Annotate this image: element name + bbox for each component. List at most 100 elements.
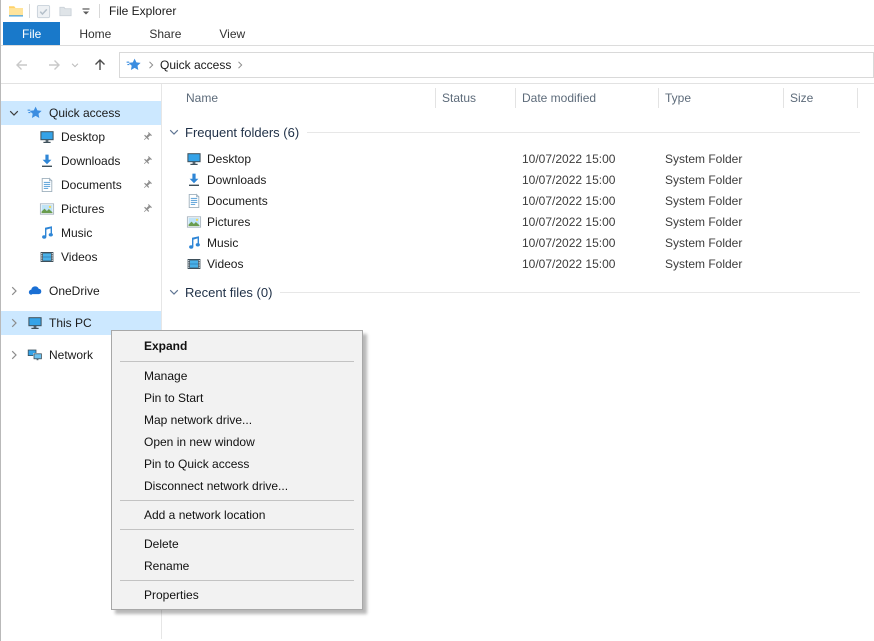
file-type: System Folder (659, 173, 784, 187)
downloads-icon (39, 153, 55, 169)
forward-icon[interactable] (41, 52, 67, 78)
column-header-type[interactable]: Type (659, 88, 784, 108)
sidebar-item-pictures[interactable]: Pictures (1, 197, 161, 221)
chevron-down-icon[interactable] (168, 286, 180, 298)
quick-access-icon (126, 57, 142, 73)
menu-item-add-network-location[interactable]: Add a network location (112, 504, 362, 526)
file-type: System Folder (659, 194, 784, 208)
sidebar-item-quick-access[interactable]: Quick access (1, 101, 161, 125)
group-header-frequent-folders[interactable]: Frequent folders (6) (162, 122, 874, 142)
videos-icon (186, 256, 202, 272)
pictures-icon (186, 214, 202, 230)
navigation-bar: Quick access (1, 46, 874, 84)
chevron-down-icon[interactable] (8, 107, 20, 119)
quick-access-star-icon (27, 105, 43, 121)
documents-icon (39, 177, 55, 193)
sidebar-item-downloads[interactable]: Downloads (1, 149, 161, 173)
onedrive-icon (27, 283, 43, 299)
pin-icon (141, 131, 153, 143)
menu-item-map-network-drive[interactable]: Map network drive... (112, 409, 362, 431)
file-row-videos[interactable]: Videos 10/07/2022 15:00 System Folder (162, 253, 874, 274)
menu-separator (120, 580, 354, 581)
chevron-right-icon[interactable] (8, 285, 20, 297)
file-type: System Folder (659, 152, 784, 166)
customize-quick-access-toolbar-icon[interactable] (78, 3, 94, 19)
sidebar-item-desktop[interactable]: Desktop (1, 125, 161, 149)
address-bar[interactable]: Quick access (119, 52, 874, 78)
toolbar-separator (29, 4, 30, 18)
properties-icon[interactable] (35, 3, 51, 19)
window-title: File Explorer (109, 4, 176, 18)
menu-item-pin-to-quick-access[interactable]: Pin to Quick access (112, 453, 362, 475)
chevron-right-icon[interactable] (8, 317, 20, 329)
file-row-desktop[interactable]: Desktop 10/07/2022 15:00 System Folder (162, 148, 874, 169)
music-icon (186, 235, 202, 251)
tab-view-label: View (219, 27, 245, 41)
file-row-documents[interactable]: Documents 10/07/2022 15:00 System Folder (162, 190, 874, 211)
file-type: System Folder (659, 257, 784, 271)
tab-share-label: Share (149, 27, 181, 41)
column-header-date-modified[interactable]: Date modified (516, 88, 659, 108)
menu-item-delete[interactable]: Delete (112, 533, 362, 555)
group-divider (307, 132, 860, 133)
pictures-icon (39, 201, 55, 217)
sidebar-item-label: Downloads (61, 154, 120, 168)
pin-icon (141, 203, 153, 215)
group-label: Recent files (0) (185, 285, 272, 300)
back-icon[interactable] (9, 52, 35, 78)
file-name: Downloads (207, 173, 266, 187)
column-header-name[interactable]: Name (162, 88, 436, 108)
breadcrumb-quick-access[interactable]: Quick access (160, 58, 231, 72)
title-bar: File Explorer (1, 0, 874, 22)
sidebar-item-label: OneDrive (49, 284, 100, 298)
file-type: System Folder (659, 215, 784, 229)
sidebar-item-label: This PC (49, 316, 92, 330)
column-header-size[interactable]: Size (784, 88, 858, 108)
file-name: Desktop (207, 152, 251, 166)
new-folder-icon[interactable] (57, 3, 73, 19)
sidebar-item-videos[interactable]: Videos (1, 245, 161, 269)
file-row-pictures[interactable]: Pictures 10/07/2022 15:00 System Folder (162, 211, 874, 232)
file-name: Documents (207, 194, 268, 208)
menu-item-expand[interactable]: Expand (112, 334, 362, 358)
menu-separator (120, 529, 354, 530)
menu-item-pin-to-start[interactable]: Pin to Start (112, 387, 362, 409)
pin-icon (141, 179, 153, 191)
chevron-right-icon[interactable] (8, 349, 20, 361)
breadcrumb-chevron-icon[interactable] (235, 60, 245, 70)
context-menu: Expand Manage Pin to Start Map network d… (111, 330, 363, 610)
desktop-icon (39, 129, 55, 145)
menu-item-open-in-new-window[interactable]: Open in new window (112, 431, 362, 453)
menu-item-manage[interactable]: Manage (112, 365, 362, 387)
file-row-downloads[interactable]: Downloads 10/07/2022 15:00 System Folder (162, 169, 874, 190)
menu-item-properties[interactable]: Properties (112, 584, 362, 606)
file-row-music[interactable]: Music 10/07/2022 15:00 System Folder (162, 232, 874, 253)
recent-locations-chevron-icon[interactable] (67, 52, 83, 78)
up-icon[interactable] (87, 52, 113, 78)
breadcrumb-chevron-icon[interactable] (146, 60, 156, 70)
sidebar-item-label: Documents (61, 178, 122, 192)
file-date-modified: 10/07/2022 15:00 (516, 194, 659, 208)
chevron-down-icon[interactable] (168, 126, 180, 138)
group-header-recent-files[interactable]: Recent files (0) (162, 282, 874, 302)
app-folder-icon (8, 3, 24, 19)
file-date-modified: 10/07/2022 15:00 (516, 257, 659, 271)
sidebar-item-label: Desktop (61, 130, 105, 144)
sidebar-item-label: Quick access (49, 106, 120, 120)
column-header-status[interactable]: Status (436, 88, 516, 108)
tab-share[interactable]: Share (130, 22, 200, 45)
tab-home[interactable]: Home (60, 22, 130, 45)
menu-item-disconnect-network-drive[interactable]: Disconnect network drive... (112, 475, 362, 497)
tab-view[interactable]: View (200, 22, 264, 45)
sidebar-item-onedrive[interactable]: OneDrive (1, 279, 161, 303)
this-pc-icon (27, 315, 43, 331)
file-name: Pictures (207, 215, 250, 229)
tab-file[interactable]: File (3, 22, 60, 45)
documents-icon (186, 193, 202, 209)
file-date-modified: 10/07/2022 15:00 (516, 236, 659, 250)
menu-item-rename[interactable]: Rename (112, 555, 362, 577)
frequent-folders-list: Desktop 10/07/2022 15:00 System Folder D… (162, 148, 874, 274)
sidebar-item-music[interactable]: Music (1, 221, 161, 245)
tab-home-label: Home (79, 27, 111, 41)
sidebar-item-documents[interactable]: Documents (1, 173, 161, 197)
